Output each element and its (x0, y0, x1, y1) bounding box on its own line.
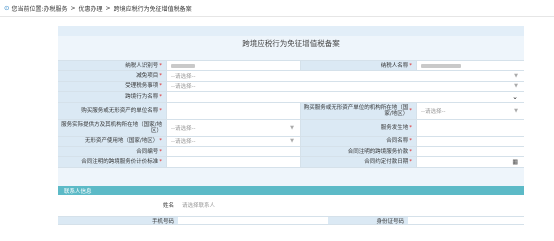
chevron-down-icon: ▼ (290, 138, 294, 145)
contact-phone-label: 手机号码 (58, 217, 178, 225)
form-row: 受理税务事项 * --请选择-- ▼ (58, 81, 524, 93)
taxpayer-id-label: 纳税人识别号 * (58, 61, 166, 71)
contract-price-label: 合同注明的跨境服务价计价标准 * (58, 157, 166, 167)
chevron-down-icon: ▼ (290, 124, 294, 131)
exemption-item-label: 减免项目 * (58, 71, 166, 81)
required-mark: * (159, 159, 162, 166)
contact-id-input[interactable] (408, 217, 524, 224)
breadcrumb-prefix: 您当前位置: (11, 5, 44, 13)
breadcrumb-item-preferential[interactable]: 优惠办理 (79, 4, 103, 13)
form-row: 合同注明的跨境服务价计价标准 * 合同约定付款日期 * ▦ (58, 157, 524, 168)
required-mark: * (159, 73, 162, 80)
required-mark: * (159, 93, 162, 100)
breadcrumb-item-tax-service[interactable]: 办税服务 (43, 4, 67, 13)
form-row: 合同编号 * 合同注明的跨境服务价款 * (58, 146, 524, 158)
chevron-down-icon: ▼ (514, 107, 518, 114)
buyer-country-select[interactable]: --请选择-- ▼ (416, 102, 524, 119)
required-mark: * (409, 62, 412, 69)
contact-section: 姓名 请选择联系人 手机号码 身份证号码 (58, 195, 524, 241)
contract-price-input[interactable] (166, 157, 300, 167)
intangible-use-label: 无形资产使用地（国家/地区） * (58, 136, 166, 146)
masked-value (171, 63, 195, 68)
panel-header-bar (58, 26, 524, 36)
contract-no-input[interactable] (166, 146, 300, 157)
form-panel: 跨境应税行为免征增值税备案 纳税人识别号 * 纳税人名称 * 减免项目 * --请选择… (58, 26, 524, 241)
acceptance-tax-office-select[interactable]: --请选择-- ▼ (166, 81, 524, 92)
required-mark: * (159, 138, 162, 145)
filing-form: 纳税人识别号 * 纳税人名称 * 减免项目 * --请选择-- ▼ 受理税务事项 * --… (58, 60, 524, 168)
breadcrumb-item-current: 跨境应税行为免征增值税备案 (113, 5, 192, 13)
contract-name-label: 合同名称 * (300, 136, 416, 146)
service-place-label: 服务实际提供方及其机构所在地（国家/地区） (58, 119, 166, 136)
form-row: 纳税人识别号 * 纳税人名称 * (58, 61, 524, 72)
contact-phone-row: 手机号码 身份证号码 (58, 216, 524, 225)
contact-section-title: 联系人信息 (64, 188, 92, 195)
form-row: 减免项目 * --请选择-- ▼ (58, 71, 524, 82)
contract-no-label: 合同编号 * (58, 146, 166, 157)
contact-id-label: 身份证号码 (328, 217, 408, 225)
form-row: 无形资产使用地（国家/地区） * --请选择-- ▼ 合同名称 * (58, 136, 524, 147)
buyer-country-label: 购买服务或无形资产单位的机构所在地（国家/地区） * (300, 102, 416, 119)
breadcrumb: ⊙ 您当前位置: 办税服务 > 优惠办理 > 跨境应税行为免征增值税备案 (4, 3, 192, 13)
intangible-use-select[interactable]: --请选择-- ▼ (166, 136, 300, 146)
chevron-down-icon: ⌄ (512, 92, 518, 101)
service-occur-label: 服务发生地 * (300, 119, 416, 136)
required-mark: * (409, 107, 412, 114)
chevron-down-icon: ▼ (514, 83, 518, 90)
location-pin-icon: ⊙ (4, 4, 10, 12)
taxpayer-name-label: 纳税人名称 * (300, 61, 416, 71)
contract-date-label: 合同约定付款日期 * (300, 157, 416, 167)
required-mark: * (159, 107, 162, 114)
service-place-select[interactable]: --请选择-- ▼ (166, 119, 300, 136)
required-mark: * (409, 138, 412, 145)
acceptance-tax-office-label: 受理税务事项 * (58, 81, 166, 92)
contact-name-select[interactable]: 请选择联系人 (178, 200, 378, 209)
service-occur-input[interactable] (416, 119, 524, 136)
breadcrumb-separator: > (70, 4, 76, 12)
taxpayer-name-field (416, 61, 524, 71)
cross-border-act-label: 跨境行为名称 * (58, 92, 166, 102)
contact-section-header: 联系人信息 (58, 186, 524, 195)
required-mark: * (409, 124, 412, 131)
contract-amount-input[interactable] (416, 146, 524, 157)
calendar-icon[interactable]: ▦ (512, 159, 518, 166)
contract-amount-label: 合同注明的跨境服务价款 * (300, 146, 416, 157)
required-mark: * (409, 148, 412, 155)
taxpayer-id-field (166, 61, 300, 71)
cross-border-act-select[interactable]: ⌄ (166, 92, 524, 102)
breadcrumb-separator: > (105, 4, 111, 12)
page-title: 跨境应税行为免征增值税备案 (242, 39, 340, 48)
buyer-name-label: 购买服务或无形资产的单位名称 * (58, 102, 166, 119)
form-row: 跨境行为名称 * ⌄ (58, 92, 524, 103)
required-mark: * (409, 159, 412, 166)
breadcrumb-divider (0, 16, 554, 17)
contract-date-input[interactable]: ▦ (416, 157, 524, 167)
form-row: 服务实际提供方及其机构所在地（国家/地区） --请选择-- ▼ 服务发生地 * (58, 119, 524, 137)
form-row: 购买服务或无形资产的单位名称 * 购买服务或无形资产单位的机构所在地（国家/地区）… (58, 102, 524, 120)
contact-phone-input[interactable] (178, 217, 328, 224)
contact-name-row: 姓名 请选择联系人 (58, 200, 524, 209)
chevron-down-icon: ▼ (514, 73, 518, 80)
buyer-name-input[interactable] (166, 102, 300, 119)
required-mark: * (159, 83, 162, 90)
contact-name-label: 姓名 (58, 200, 178, 209)
exemption-item-select[interactable]: --请选择-- ▼ (166, 71, 524, 81)
required-mark: * (159, 62, 162, 69)
required-mark: * (159, 148, 162, 155)
masked-value (421, 63, 461, 68)
contract-name-input[interactable] (416, 136, 524, 146)
